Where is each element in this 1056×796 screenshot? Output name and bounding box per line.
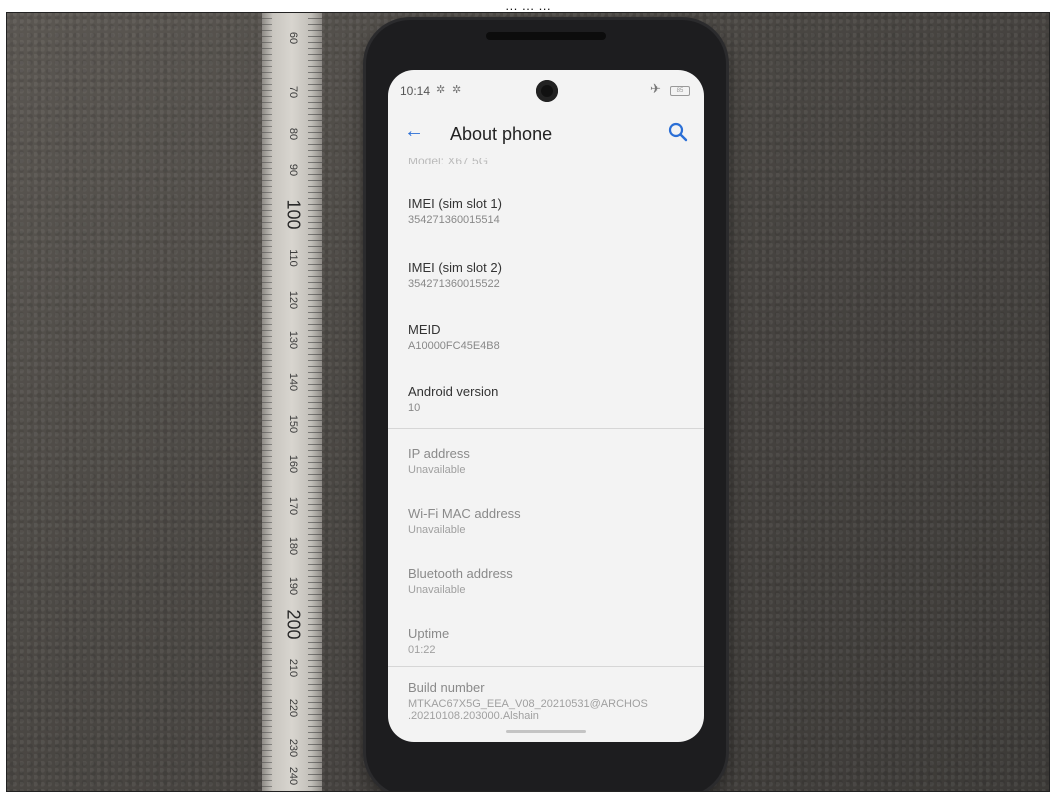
image-caption: … … … xyxy=(504,0,552,12)
ruler-mark: 170 xyxy=(287,496,299,516)
app-bar: ← About phone xyxy=(388,110,704,158)
airplane-icon: ✈ xyxy=(650,81,661,96)
ruler-mark: 110 xyxy=(287,249,299,267)
item-label: Android version xyxy=(408,384,499,399)
ruler-mark: 230 xyxy=(287,738,299,758)
info-item-android-version[interactable]: Android version 10 xyxy=(408,384,698,414)
ruler-mark: 150 xyxy=(287,414,299,434)
ruler-mark: 80 xyxy=(287,127,299,141)
ruler-mark: 200 xyxy=(283,609,304,640)
item-value: MTKAC67X5G_EEA_V08_20210531@ARCHOS .2021… xyxy=(408,698,648,722)
phone: 10:14 ✲ ✲ ✈ 85 ← About phone Model: X67 … xyxy=(366,20,726,792)
divider xyxy=(388,666,704,667)
item-value: 354271360015522 xyxy=(408,278,500,290)
info-item-uptime[interactable]: Uptime 01:22 xyxy=(408,626,698,656)
info-item-imei-1[interactable]: IMEI (sim slot 1) 354271360015514 xyxy=(408,196,698,226)
item-value: 354271360015514 xyxy=(408,214,500,226)
ruler-ticks-right xyxy=(308,12,322,792)
page-title: About phone xyxy=(450,124,553,144)
info-item-imei-2[interactable]: IMEI (sim slot 2) 354271360015522 xyxy=(408,260,698,290)
arrow-left-icon[interactable]: ← xyxy=(404,120,424,143)
ruler-mark: 160 xyxy=(287,454,299,474)
item-label: Build number xyxy=(408,680,485,695)
ruler-mark: 190 xyxy=(287,576,299,596)
ruler-mark: 220 xyxy=(287,698,299,718)
ruler-mark: 70 xyxy=(287,85,299,99)
item-value: Unavailable xyxy=(408,584,466,596)
phone-screen: 10:14 ✲ ✲ ✈ 85 ← About phone Model: X67 … xyxy=(388,70,704,742)
status-bar: 10:14 ✲ ✲ ✈ 85 xyxy=(388,70,704,110)
front-camera xyxy=(536,80,558,102)
ruler-mark: 90 xyxy=(287,163,299,177)
info-item-wifi-mac[interactable]: Wi-Fi MAC address Unavailable xyxy=(408,506,698,536)
item-label: Wi-Fi MAC address xyxy=(408,506,521,521)
divider xyxy=(388,428,704,429)
item-label: Bluetooth address xyxy=(408,566,513,581)
info-item-build-number[interactable]: Build number MTKAC67X5G_EEA_V08_20210531… xyxy=(408,680,698,722)
earpiece xyxy=(486,32,606,40)
ruler-mark: 120 xyxy=(287,290,299,310)
item-value: Unavailable xyxy=(408,524,466,536)
status-time: 10:14 xyxy=(400,84,431,98)
item-value: 01:22 xyxy=(408,644,436,656)
item-label: IMEI (sim slot 1) xyxy=(408,196,502,211)
ruler-mark: 240 xyxy=(287,766,299,786)
item-value: Unavailable xyxy=(408,464,466,476)
ruler-mark: 60 xyxy=(287,31,299,45)
item-value: 10 xyxy=(408,402,421,414)
ruler: 60 70 80 90 100 110 120 130 140 150 160 … xyxy=(262,12,322,792)
gesture-nav-bar[interactable] xyxy=(506,730,586,733)
ruler-mark: 130 xyxy=(287,330,299,350)
photo: 60 70 80 90 100 110 120 130 140 150 160 … xyxy=(6,12,1050,792)
clipped-model-text: Model: X67 5G xyxy=(408,158,488,164)
ruler-mark: 180 xyxy=(287,536,299,556)
info-item-ip-address[interactable]: IP address Unavailable xyxy=(408,446,698,476)
search-icon[interactable] xyxy=(666,120,690,144)
item-value: A10000FC45E4B8 xyxy=(408,340,500,352)
info-item-meid[interactable]: MEID A10000FC45E4B8 xyxy=(408,322,698,352)
ruler-mark: 210 xyxy=(287,658,299,678)
ruler-mark: 140 xyxy=(287,372,299,392)
battery-icon: 85 xyxy=(670,86,690,96)
item-label: IMEI (sim slot 2) xyxy=(408,260,502,275)
ruler-ticks-left xyxy=(262,12,272,792)
item-label: Uptime xyxy=(408,626,450,641)
item-label: MEID xyxy=(408,322,441,337)
ruler-mark: 100 xyxy=(283,199,304,230)
info-item-bluetooth-address[interactable]: Bluetooth address Unavailable xyxy=(408,566,698,596)
gear-icon: ✲ xyxy=(452,84,462,96)
gear-icon: ✲ xyxy=(436,84,446,96)
item-label: IP address xyxy=(408,446,470,461)
